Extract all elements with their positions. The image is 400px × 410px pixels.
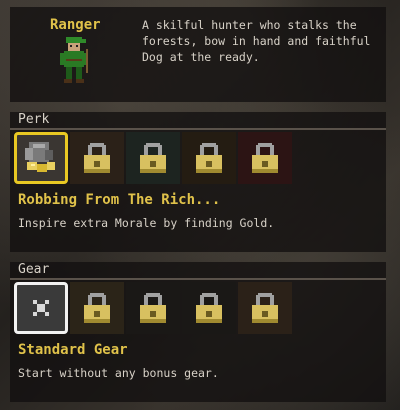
perk-slot-4[interactable] xyxy=(182,132,236,184)
lock-icon xyxy=(140,293,166,323)
gear-slot-4[interactable] xyxy=(182,282,236,334)
perk-slot-3[interactable] xyxy=(126,132,180,184)
gear-selected-description: Start without any bonus gear. xyxy=(18,366,219,380)
lock-icon xyxy=(196,143,222,173)
perk-divider xyxy=(10,128,386,130)
lock-icon xyxy=(84,143,110,173)
crossed-x-icon xyxy=(33,300,49,316)
character-panel: Ranger A skilful hunter who stalks the f… xyxy=(10,7,386,102)
perk-slot-1[interactable] xyxy=(14,132,68,184)
perk-slot-2[interactable] xyxy=(70,132,124,184)
perk-selected-description: Inspire extra Morale by finding Gold. xyxy=(18,216,275,230)
perk-section-title: Perk xyxy=(18,112,50,127)
perk-slot-5[interactable] xyxy=(238,132,292,184)
ranger-avatar xyxy=(60,37,88,83)
perk-panel: Perk Robbing From The Rich... Inspire ex… xyxy=(10,112,386,252)
gear-divider xyxy=(10,278,386,280)
gear-section-title: Gear xyxy=(18,262,50,277)
character-name: Ranger xyxy=(50,17,101,33)
lock-icon xyxy=(252,293,278,323)
lock-icon xyxy=(252,143,278,173)
lock-icon xyxy=(140,143,166,173)
gear-slot-5[interactable] xyxy=(238,282,292,334)
character-description: A skilful hunter who stalks the forests,… xyxy=(142,18,371,64)
perk-selected-title: Robbing From The Rich... xyxy=(18,192,221,208)
perk-slots xyxy=(14,132,292,184)
lock-icon xyxy=(196,293,222,323)
gear-selected-title: Standard Gear xyxy=(18,342,128,358)
gear-slot-3[interactable] xyxy=(126,282,180,334)
gear-slot-2[interactable] xyxy=(70,282,124,334)
gear-slot-1[interactable] xyxy=(14,282,68,334)
gear-slots xyxy=(14,282,292,334)
gear-panel: Gear Standard Gear Start without any bon… xyxy=(10,262,386,402)
gold-sack-icon xyxy=(25,142,55,172)
lock-icon xyxy=(84,293,110,323)
